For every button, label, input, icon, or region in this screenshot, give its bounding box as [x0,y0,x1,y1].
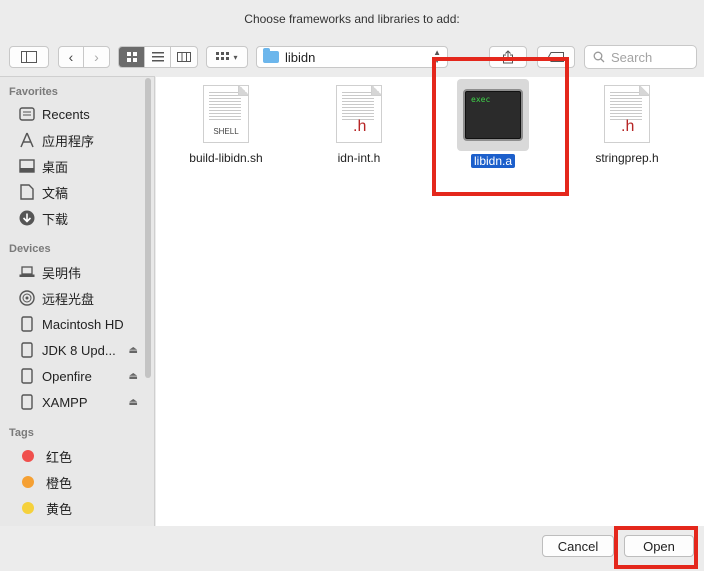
sidebar-item-label: 黄色 [46,501,73,517]
current-folder-label: libidn [285,49,316,65]
sidebar-item-tag-yellow[interactable]: 黄色 [18,497,146,519]
computer-icon [18,263,36,281]
eject-icon[interactable]: ⏏ [129,371,138,382]
sidebar-header-devices: Devices [9,243,51,255]
shell-script-icon: SHELL [203,85,249,143]
sidebar-item-desktop[interactable]: 桌面 [18,155,146,177]
sidebar-item-documents[interactable]: 文稿 [18,181,146,203]
eject-icon[interactable]: ⏏ [129,345,138,356]
sidebar-toggle-button[interactable] [9,46,49,68]
back-button[interactable]: ‹ [59,47,85,67]
sidebar-item-label: 文稿 [42,185,69,201]
sidebar-header-favorites: Favorites [9,86,58,98]
file-item[interactable]: SHELL build-libidn.sh [171,85,281,165]
search-placeholder: Search [611,49,653,65]
sidebar-item-label: 桌面 [42,159,69,175]
nav-buttons: ‹ › [58,46,110,68]
dialog-title: Choose frameworks and libraries to add: [244,12,460,26]
sidebar-scrollbar[interactable] [145,78,151,378]
chevron-right-icon: › [94,49,99,65]
file-browser: SHELL build-libidn.sh .h idn-int.h exec … [156,77,704,526]
volume-icon [18,341,36,359]
yellow-tag-icon [22,502,34,514]
file-item[interactable]: .h stringprep.h [572,85,682,165]
list-icon [151,52,164,62]
search-field[interactable]: Search [584,45,697,69]
sidebar: Favorites Recents 应用程序 桌面 文稿 下载 Devices … [0,76,155,526]
cancel-button[interactable]: Cancel [542,535,614,557]
applications-icon [18,131,36,149]
sidebar-item-recents[interactable]: Recents [18,103,146,125]
header-file-icon: .h [604,85,650,143]
sidebar-item-macintosh-hd[interactable]: Macintosh HD [18,313,146,335]
sidebar-item-openfire[interactable]: Openfire ⏏ [18,365,146,387]
desktop-icon [18,157,36,175]
red-tag-icon [22,450,34,462]
sidebar-item-applications[interactable]: 应用程序 [18,129,146,151]
highlight-box-open-button [614,526,698,569]
list-view-button[interactable] [145,47,171,67]
header-file-icon: .h [336,85,382,143]
eject-icon[interactable]: ⏏ [129,397,138,408]
columns-icon [176,52,191,62]
orange-tag-icon [22,476,34,488]
sidebar-item-label: JDK 8 Upd... [42,342,116,358]
sidebar-item-label: Recents [42,106,90,122]
sidebar-icon [21,51,37,63]
file-name: stringprep.h [595,151,659,165]
sidebar-item-label: 应用程序 [42,133,95,149]
icon-view-button[interactable] [119,47,146,67]
sidebar-item-label: 吴明伟 [42,265,82,281]
sidebar-item-jdk[interactable]: JDK 8 Upd... ⏏ [18,339,146,361]
arrange-button[interactable]: ▾ [206,46,248,68]
sidebar-item-label: Openfire [42,368,92,384]
sidebar-item-label: 红色 [46,449,73,465]
sidebar-item-tag-red[interactable]: 红色 [18,445,146,467]
volume-icon [18,367,36,385]
sidebar-item-computer[interactable]: 吴明伟 [18,261,146,283]
documents-icon [18,183,36,201]
file-item[interactable]: .h idn-int.h [304,85,414,165]
grid-icon [126,52,137,62]
file-name: idn-int.h [337,151,381,165]
path-popup[interactable]: libidn ▲ ▼ [256,46,448,68]
chevron-down-icon: ▾ [233,52,238,62]
sidebar-item-label: 橙色 [46,475,73,491]
sidebar-item-downloads[interactable]: 下载 [18,207,146,229]
sidebar-item-tag-orange[interactable]: 橙色 [18,471,146,493]
sidebar-item-label: 远程光盘 [42,291,95,307]
file-name: build-libidn.sh [189,151,263,165]
sidebar-item-label: XAMPP [42,394,88,410]
arrange-grid-icon [216,52,230,60]
chevron-left-icon: ‹ [68,49,74,65]
sidebar-item-xampp[interactable]: XAMPP ⏏ [18,391,146,413]
downloads-icon [18,209,36,227]
sidebar-item-label: 下载 [42,211,69,227]
harddisk-icon [18,315,36,333]
sidebar-item-label: Macintosh HD [42,316,124,332]
disc-icon [18,289,36,307]
highlight-box-selected-file [432,57,569,196]
sidebar-header-tags: Tags [9,427,34,439]
folder-icon [263,48,279,63]
forward-button[interactable]: › [84,47,109,67]
view-mode-control [118,46,198,68]
recents-icon [18,105,36,123]
column-view-button[interactable] [171,47,197,67]
search-icon [593,51,605,63]
volume-icon [18,393,36,411]
sidebar-item-remote-disc[interactable]: 远程光盘 [18,287,146,309]
